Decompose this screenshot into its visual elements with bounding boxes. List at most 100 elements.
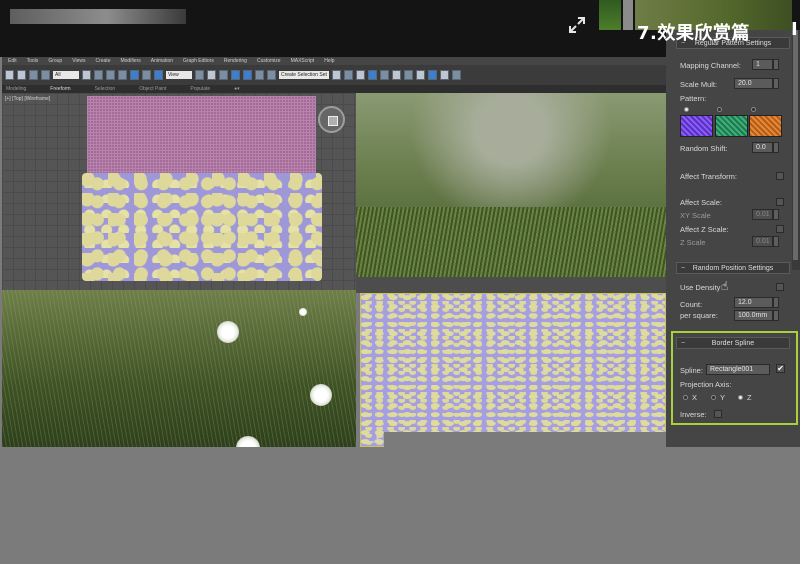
per-square-label: per square: (680, 311, 718, 320)
viewport-top[interactable]: [+] [Top] [Wireframe] (2, 93, 356, 290)
count-input[interactable]: 12.0 (734, 297, 773, 308)
mirror-icon[interactable] (332, 70, 341, 80)
graphite-ribbon-icon[interactable] (368, 70, 377, 80)
tab-selection[interactable]: Selection (95, 85, 116, 93)
affect-scale-checkbox[interactable] (776, 198, 784, 206)
viewcube-icon[interactable] (318, 106, 345, 133)
menu-edit[interactable]: Edit (8, 57, 17, 65)
blurred-title (10, 9, 186, 24)
affect-z-scale-checkbox[interactable] (776, 225, 784, 233)
unlink-icon[interactable] (41, 70, 50, 80)
window-crossing-icon[interactable] (118, 70, 127, 80)
undo-icon[interactable] (5, 70, 14, 80)
use-density-checkbox[interactable] (776, 283, 784, 291)
affect-transform-label: Affect Transform: (680, 172, 737, 181)
menu-help[interactable]: Help (324, 57, 334, 65)
dandelion-seed-head (217, 321, 239, 343)
panel-scrollbar[interactable] (792, 30, 800, 270)
random-shift-spinner[interactable] (773, 142, 779, 153)
curve-editor-icon[interactable] (380, 70, 389, 80)
align-icon[interactable] (344, 70, 353, 80)
tab-modeling[interactable]: Modeling (6, 85, 26, 93)
tab-object-paint[interactable]: Object Paint (139, 85, 166, 93)
pattern-swatch-2[interactable] (715, 115, 748, 137)
redo-icon[interactable] (17, 70, 26, 80)
per-square-input[interactable]: 100.0mm (734, 310, 773, 321)
xy-scale-spinner[interactable] (773, 209, 779, 220)
render-iterative-icon[interactable] (452, 70, 461, 80)
menu-create[interactable]: Create (95, 57, 110, 65)
menu-maxscript[interactable]: MAXScript (291, 57, 315, 65)
tab-populate[interactable]: Populate (190, 85, 210, 93)
material-editor-icon[interactable] (404, 70, 413, 80)
viewport-scatter-closeup[interactable] (360, 293, 666, 447)
ribbon-toggle-icon[interactable]: ●▾ (234, 85, 240, 93)
z-scale-label: Z Scale (680, 238, 706, 247)
pattern-swatch-1[interactable] (680, 115, 713, 137)
menu-graph-editors[interactable]: Graph Editors (183, 57, 214, 65)
render-production-icon[interactable] (440, 70, 449, 80)
select-by-name-icon[interactable] (94, 70, 103, 80)
menu-rendering[interactable]: Rendering (224, 57, 247, 65)
viewport-dandelion-render[interactable] (2, 290, 356, 447)
manipulate-icon[interactable] (207, 70, 216, 80)
mapping-channel-spinner[interactable] (773, 59, 779, 70)
select-scale-icon[interactable] (154, 70, 163, 80)
angle-snap-icon[interactable] (231, 70, 240, 80)
pattern-radio-1[interactable] (684, 107, 689, 112)
dandelion-seed-head (299, 308, 307, 316)
z-scale-spinner[interactable] (773, 236, 779, 247)
expand-icon[interactable] (566, 14, 588, 36)
xy-scale-input[interactable]: 0.01 (752, 209, 773, 220)
affect-transform-checkbox[interactable] (776, 172, 784, 180)
menu-group[interactable]: Group (48, 57, 62, 65)
rollout-random-position[interactable]: Random Position Settings (676, 262, 790, 274)
viewport-label[interactable]: [+] [Top] [Wireframe] (5, 96, 50, 102)
selection-region-icon[interactable] (106, 70, 115, 80)
edit-named-selection-icon[interactable] (267, 70, 276, 80)
pattern-swatch-3[interactable] (749, 115, 782, 137)
pattern-label: Pattern: (680, 94, 707, 103)
percent-snap-icon[interactable] (243, 70, 252, 80)
pivot-center-icon[interactable] (195, 70, 204, 80)
xy-scale-label: XY Scale (680, 211, 711, 220)
random-shift-input[interactable]: 0.0 (752, 142, 773, 153)
schematic-view-icon[interactable] (392, 70, 401, 80)
reference-coord-dropdown[interactable]: View (166, 71, 192, 79)
count-spinner[interactable] (773, 297, 779, 308)
pattern-radio-2[interactable] (717, 107, 722, 112)
viewport-divider (356, 277, 666, 293)
z-scale-input[interactable]: 0.01 (752, 236, 773, 247)
pattern-radio-3[interactable] (751, 107, 756, 112)
snaps-toggle-icon[interactable] (219, 70, 228, 80)
mapping-channel-input[interactable]: 1 (752, 59, 773, 70)
select-rotate-icon[interactable] (142, 70, 151, 80)
slide-thumbnail-2 (623, 0, 633, 30)
spinner-snap-icon[interactable] (255, 70, 264, 80)
small-resize-icon: ⤢ (372, 436, 379, 445)
selection-filter-dropdown[interactable]: All (53, 71, 79, 79)
tab-freeform[interactable]: Freeform (50, 85, 70, 93)
scale-mult-spinner[interactable] (773, 78, 779, 89)
viewport-perspective-render[interactable] (356, 93, 666, 277)
menu-customize[interactable]: Customize (257, 57, 281, 65)
slide-thumbnail (599, 0, 621, 30)
pattern-plane-mesh (87, 96, 316, 176)
layer-manager-icon[interactable] (356, 70, 365, 80)
select-move-icon[interactable] (130, 70, 139, 80)
select-object-icon[interactable] (82, 70, 91, 80)
affect-z-scale-label: Affect Z Scale: (680, 225, 729, 234)
link-icon[interactable] (29, 70, 38, 80)
random-shift-label: Random Shift: (680, 144, 728, 153)
scale-mult-input[interactable]: 20.0 (734, 78, 773, 89)
per-square-spinner[interactable] (773, 310, 779, 321)
bottom-blank-area (0, 447, 800, 564)
menu-tools[interactable]: Tools (27, 57, 39, 65)
menu-animation[interactable]: Animation (151, 57, 173, 65)
screen-root: { "header": { "slide_title": "7.效果欣赏篇", … (0, 0, 800, 564)
render-setup-icon[interactable] (416, 70, 425, 80)
menu-views[interactable]: Views (72, 57, 85, 65)
menu-modifiers[interactable]: Modifiers (120, 57, 140, 65)
rendered-frame-icon[interactable] (428, 70, 437, 80)
named-selection-dropdown[interactable]: Create Selection Set (279, 71, 329, 79)
